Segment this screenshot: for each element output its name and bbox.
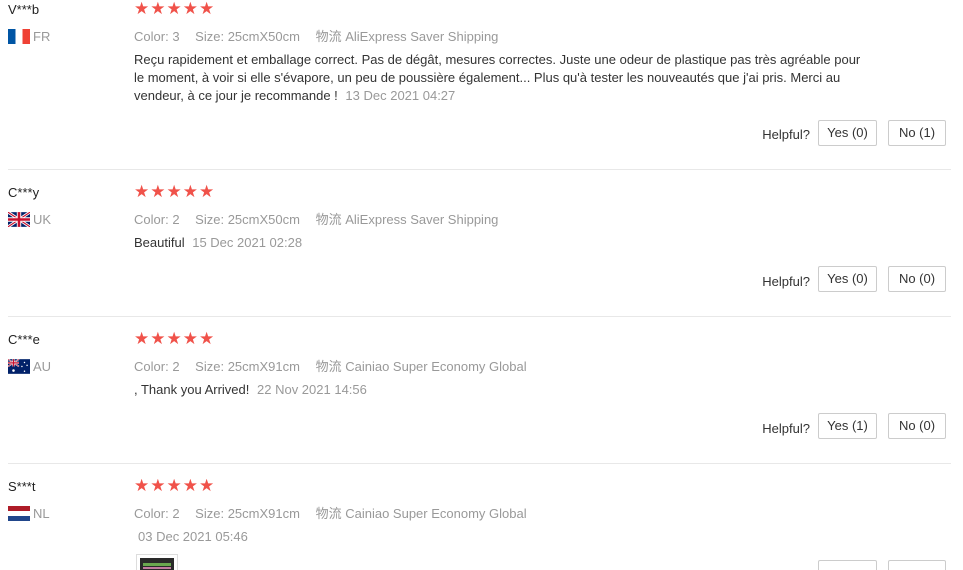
color-label: Color: (134, 29, 169, 44)
rating-stars: ★★★★★ (134, 0, 216, 18)
helpful-no-button[interactable] (888, 560, 946, 570)
review-body: Reçu rapidement et emballage correct. Pa… (134, 52, 861, 103)
size-value: 25cmX50cm (227, 29, 300, 44)
size-value: 25cmX50cm (227, 212, 300, 227)
helpful-label: Helpful? (762, 274, 810, 289)
review-divider (8, 169, 951, 170)
color-value: 2 (172, 359, 180, 374)
au-flag-icon (8, 358, 30, 374)
helpful-yes-button[interactable]: Yes (1) (818, 413, 877, 439)
reviewer-country: AU (8, 358, 51, 374)
reviewer-name: C***y (8, 185, 40, 200)
country-code: AU (33, 358, 52, 374)
review-text: 03 Dec 2021 05:46 (134, 528, 864, 546)
size-label: Size: (195, 29, 225, 44)
color-value: 2 (172, 212, 180, 227)
helpful-yes-button[interactable]: Yes (0) (818, 266, 877, 292)
helpful-yes-button[interactable] (818, 560, 877, 570)
shipping-value: Cainiao Super Economy Global (345, 359, 527, 374)
shipping-value: AliExpress Saver Shipping (345, 29, 499, 44)
color-label: Color: (134, 212, 169, 227)
color-value: 2 (172, 506, 180, 521)
review-date: 22 Nov 2021 14:56 (257, 382, 367, 397)
review-item: S***t NL ★★★★★ Color: 2 Size: 25cmX91cm … (0, 479, 963, 570)
review-meta: Color: 2 Size: 25cmX50cm 物流 AliExpress S… (134, 209, 498, 228)
review-meta: Color: 2 Size: 25cmX91cm 物流 Cainiao Supe… (134, 356, 527, 375)
shipping-label: 物流 (315, 29, 342, 44)
reviewer-name: V***b (8, 2, 40, 17)
shipping-value: Cainiao Super Economy Global (345, 506, 527, 521)
helpful-yes-button[interactable]: Yes (0) (818, 120, 877, 146)
size-label: Size: (195, 506, 225, 521)
review-date: 13 Dec 2021 04:27 (345, 88, 456, 103)
rating-stars: ★★★★★ (134, 479, 216, 495)
review-photo-thumbnail[interactable] (136, 554, 178, 570)
review-meta: Color: 2 Size: 25cmX91cm 物流 Cainiao Supe… (134, 503, 527, 522)
reviewer-country: NL (8, 505, 50, 521)
country-code: UK (33, 211, 52, 227)
uk-flag-icon (8, 211, 30, 227)
size-value: 25cmX91cm (227, 359, 300, 374)
rating-stars: ★★★★★ (134, 329, 216, 348)
reviewer-name: C***e (8, 332, 40, 347)
review-text: Beautiful 15 Dec 2021 02:28 (134, 234, 864, 252)
review-body: Beautiful (134, 235, 185, 250)
review-text: Reçu rapidement et emballage correct. Pa… (134, 51, 864, 105)
review-date: 03 Dec 2021 05:46 (138, 529, 248, 544)
review-body: , Thank you Arrived! (134, 382, 250, 397)
review-divider (8, 316, 951, 317)
country-code: NL (33, 505, 50, 521)
reviewer-country: UK (8, 211, 51, 227)
fr-flag-icon (8, 28, 30, 44)
rating-stars: ★★★★★ (134, 182, 216, 201)
size-label: Size: (195, 359, 225, 374)
helpful-label: Helpful? (762, 421, 810, 436)
review-text: , Thank you Arrived! 22 Nov 2021 14:56 (134, 381, 864, 399)
size-label: Size: (195, 212, 225, 227)
review-divider (8, 463, 951, 464)
size-value: 25cmX91cm (227, 506, 300, 521)
color-label: Color: (134, 359, 169, 374)
color-value: 3 (172, 29, 180, 44)
reviewer-name: S***t (8, 479, 36, 494)
review-meta: Color: 3 Size: 25cmX50cm 物流 AliExpress S… (134, 26, 498, 45)
review-item: C***e AU ★★★★★ Color: 2 Size: 25cmX91cm … (0, 329, 963, 462)
review-item: C***y UK ★★★★★ Color: 2 Size: 25cmX50cm … (0, 182, 963, 315)
country-code: FR (33, 28, 51, 44)
color-label: Color: (134, 506, 169, 521)
shipping-value: AliExpress Saver Shipping (345, 212, 499, 227)
shipping-label: 物流 (315, 359, 342, 374)
helpful-label: Helpful? (762, 127, 810, 142)
nl-flag-icon (8, 505, 30, 521)
reviewer-country: FR (8, 28, 50, 44)
review-item: V***b FR ★★★★★ Color: 3 Size: 25cmX50cm … (0, 0, 963, 170)
photo-image-icon (140, 558, 174, 570)
helpful-no-button[interactable]: No (0) (888, 413, 946, 439)
shipping-label: 物流 (315, 212, 342, 227)
shipping-label: 物流 (315, 506, 342, 521)
helpful-no-button[interactable]: No (0) (888, 266, 946, 292)
helpful-no-button[interactable]: No (1) (888, 120, 946, 146)
review-date: 15 Dec 2021 02:28 (192, 235, 303, 250)
